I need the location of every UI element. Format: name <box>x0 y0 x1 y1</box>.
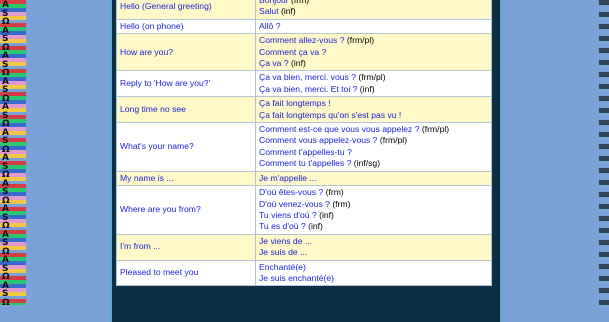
english-phrase: Hello (on phone) <box>116 18 256 35</box>
french-phrases: Comment est-ce que vous vous appelez ? (… <box>255 122 492 172</box>
formality-note: (inf/sg) <box>353 158 381 169</box>
table-row: Reply to 'How are you?' Ça va bien, merci… <box>116 70 492 98</box>
french-phrase-text: Comment tu t'appelles ? <box>259 158 352 169</box>
french-phrase-text: D'où êtes-vous ? <box>259 187 324 198</box>
table-row: Where are you from? D'où êtes-vous ? (frm… <box>116 185 492 235</box>
french-phrase-line: Allô ? <box>259 21 488 32</box>
french-phrase-text: Salut <box>259 6 279 17</box>
french-phrase-text: Je suis enchanté(e) <box>259 272 334 283</box>
formality-note: (frm/pl) <box>358 72 386 83</box>
table-row: Hello (General greeting) Bonjour (frm) Sal… <box>116 0 492 20</box>
french-phrase-text: Je m'appelle ... <box>259 172 317 183</box>
french-phrase-text: Bonjour <box>259 0 289 5</box>
french-phrase-text: Enchanté(e) <box>259 261 306 272</box>
table-row: Hello (on phone) Allô ? <box>116 18 492 35</box>
french-phrase-line: Tu es d'où ? (inf) <box>259 221 488 232</box>
formality-note: (inf) <box>291 58 306 69</box>
french-phrase-line: Je m'appelle ... <box>259 173 488 184</box>
french-phrase-line: Salut (inf) <box>259 6 488 17</box>
english-phrase: Long time no see <box>116 96 256 124</box>
english-phrase: My name is ... <box>116 170 256 187</box>
table-row: How are you? Comment allez-vous ? (frm/pl… <box>116 33 492 72</box>
french-phrase-text: D'où venez-vous ? <box>259 198 330 209</box>
english-phrase: Hello (General greeting) <box>116 0 256 20</box>
decorative-right-border <box>599 0 609 305</box>
french-phrases: D'où êtes-vous ? (frm) D'où venez-vous ? … <box>255 185 492 235</box>
french-phrase-line: Enchanté(e) <box>259 262 488 273</box>
french-phrases: Comment allez-vous ? (frm/pl) Comment ça … <box>255 33 492 72</box>
french-phrase-text: Tu viens d'où ? <box>259 209 317 220</box>
french-phrases: Ça fait longtemps ! Ça fait longtemps qu'… <box>255 96 492 124</box>
french-phrase-line: D'où êtes-vous ? (frm) <box>259 187 488 198</box>
french-phrase-line: Tu viens d'où ? (inf) <box>259 210 488 221</box>
formality-note: (frm) <box>291 0 310 5</box>
english-phrase: Pleased to meet you <box>116 259 256 287</box>
french-phrase-line: Comment est-ce que vous vous appelez ? (… <box>259 124 488 135</box>
french-phrase-text: Comment est-ce que vous vous appelez ? <box>259 124 420 135</box>
table-row: What's your name? Comment est-ce que vous… <box>116 122 492 172</box>
table-row: I'm from ... Je viens de ... Je suis de ..… <box>116 233 492 261</box>
french-phrase-line: D'où venez-vous ? (frm) <box>259 199 488 210</box>
french-phrase-line: Ça va bien, merci. Et toi ? (inf) <box>259 84 488 95</box>
french-phrase-text: Tu es d'où ? <box>259 221 306 232</box>
french-phrase-text: Comment t'appelles-tu ? <box>259 146 352 157</box>
french-phrase-line: Ça va bien, merci. vous ? (frm/pl) <box>259 72 488 83</box>
french-phrase-line: Comment ça va ? <box>259 47 488 58</box>
french-phrase-text: Ça va bien, merci. vous ? <box>259 72 356 83</box>
decorative-left-border: ASΩASΩASΩASΩASΩASΩASΩASΩASΩASΩASΩASΩ <box>0 0 26 308</box>
french-phrase-text: Je suis de ... <box>259 247 308 258</box>
english-phrase: Reply to 'How are you?' <box>116 70 256 98</box>
formality-note: (frm/pl) <box>421 124 450 135</box>
formality-note: (frm/pl) <box>346 35 375 46</box>
french-phrase-line: Comment vous appelez-vous ? (frm/pl) <box>259 135 488 146</box>
phrase-table: Hello (General greeting) Bonjour (frm) Sal… <box>116 0 492 287</box>
french-phrases: Bonjour (frm) Salut (inf) <box>255 0 492 20</box>
french-phrase-text: Ça fait longtemps ! <box>259 98 331 109</box>
french-phrase-line: Comment t'appelles-tu ? <box>259 147 488 158</box>
french-phrase-line: Je viens de ... <box>259 236 488 247</box>
formality-note: (frm) <box>332 198 351 209</box>
formality-note: (frm) <box>325 187 344 198</box>
formality-note: (inf) <box>359 83 375 94</box>
french-phrases: Je m'appelle ... <box>255 170 492 187</box>
french-phrases: Enchanté(e) Je suis enchanté(e) <box>255 259 492 287</box>
french-phrases: Je viens de ... Je suis de ... <box>255 233 492 261</box>
french-phrase-line: Comment tu t'appelles ? (inf/sg) <box>259 158 488 169</box>
english-phrase: What's your name? <box>116 122 256 172</box>
french-phrase-text: Je viens de ... <box>259 235 313 246</box>
french-phrase-text: Ça fait longtemps qu'on s'est pas vu ! <box>259 109 402 120</box>
table-row: Pleased to meet you Enchanté(e) Je suis en… <box>116 259 492 287</box>
french-phrase-line: Ça fait longtemps ! <box>259 98 488 109</box>
english-phrase: How are you? <box>116 33 256 72</box>
formality-note: (inf) <box>280 6 296 17</box>
english-phrase: Where are you from? <box>116 185 256 235</box>
french-phrase-text: Comment vous appelez-vous ? <box>259 135 378 146</box>
formality-note: (inf) <box>308 221 323 232</box>
french-phrases: Ça va bien, merci. vous ? (frm/pl) Ça va … <box>255 70 492 98</box>
english-phrase: I'm from ... <box>116 233 256 261</box>
french-phrases: Allô ? <box>255 18 492 35</box>
french-phrase-text: Comment allez-vous ? <box>259 35 345 46</box>
french-phrase-text: Allô ? <box>259 20 281 31</box>
french-phrase-text: Ça va bien, merci. Et toi ? <box>259 83 358 94</box>
table-row: Long time no see Ça fait longtemps ! Ça fa… <box>116 96 492 124</box>
french-phrase-line: Ça fait longtemps qu'on s'est pas vu ! <box>259 110 488 121</box>
decorative-letter: Ω <box>2 297 10 308</box>
formality-note: (inf) <box>319 209 334 220</box>
french-phrase-text: Ça va ? <box>259 58 289 69</box>
table-row: My name is ... Je m'appelle ... <box>116 170 492 187</box>
french-phrase-line: Comment allez-vous ? (frm/pl) <box>259 35 488 46</box>
french-phrase-line: Je suis enchanté(e) <box>259 273 488 284</box>
french-phrase-text: Comment ça va ? <box>259 46 327 57</box>
french-phrase-line: Je suis de ... <box>259 247 488 258</box>
french-phrase-line: Ça va ? (inf) <box>259 58 488 69</box>
formality-note: (frm/pl) <box>379 135 408 146</box>
